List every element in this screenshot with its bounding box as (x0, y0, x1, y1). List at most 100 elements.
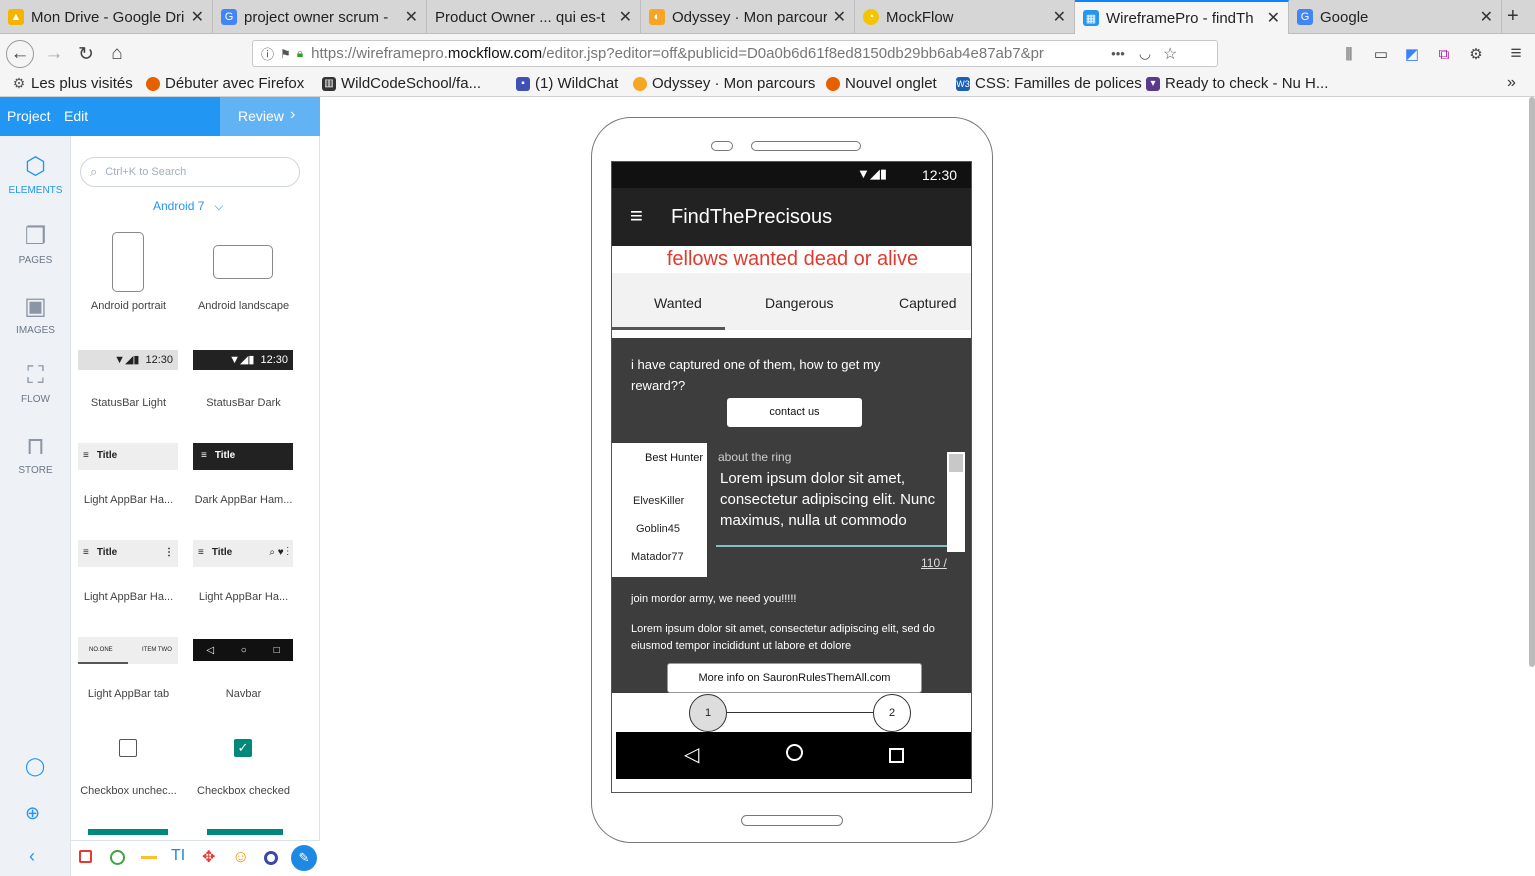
browser-tab[interactable]: G project owner scrum - ✕ (213, 0, 427, 34)
new-tab-button[interactable]: + (1507, 5, 1519, 28)
ring-textarea[interactable]: about the ring Lorem ipsum dolor sit ame… (707, 443, 971, 577)
menu-icon[interactable]: ≡ (1502, 40, 1530, 68)
android-portrait-thumb[interactable] (112, 232, 144, 292)
statusbar-light-thumb[interactable]: ▼◢▮ 12:30 (78, 350, 178, 370)
home-button[interactable]: ⌂ (103, 40, 131, 68)
project-menu[interactable]: Project (7, 108, 51, 124)
comment-icon[interactable]: ◯ (25, 756, 45, 777)
page-actions-icon[interactable]: ••• (1111, 46, 1125, 61)
char-counter: 110 / (921, 556, 947, 570)
scrollbar-thumb[interactable] (949, 454, 963, 472)
extension-icon[interactable]: ◩ (1398, 40, 1426, 68)
circle-tool-icon[interactable] (110, 850, 125, 865)
close-icon[interactable]: ✕ (1267, 8, 1280, 28)
bookmark-star-icon[interactable]: ☆ (1163, 44, 1177, 64)
button-thumb[interactable] (207, 829, 283, 835)
step-1[interactable]: 1 (689, 694, 727, 732)
back-button[interactable]: ← (6, 40, 34, 68)
light-appbar-thumb[interactable]: ≡ Title (78, 443, 178, 470)
settings-icon[interactable]: ⚙ (1462, 40, 1490, 68)
light-appbar-menu-thumb[interactable]: ≡ Title ⋮ (78, 540, 178, 567)
dark-appbar-thumb[interactable]: ≡ Title (193, 443, 293, 470)
browser-tab[interactable]: ◔ MockFlow ✕ (855, 0, 1075, 34)
browser-tab-active[interactable]: ▦ WireframePro - findTh ✕ (1075, 0, 1289, 34)
bookmark-item[interactable]: Odyssey · Mon parcours (633, 75, 815, 92)
info-icon[interactable]: ⓘ (261, 44, 274, 63)
button-thumb[interactable] (88, 829, 168, 835)
bookmark-item[interactable]: Débuter avec Firefox (146, 75, 304, 92)
light-appbar-tab-thumb[interactable]: NO.ONE ITEM TWO (78, 637, 178, 664)
light-appbar-actions-thumb[interactable]: ≡ Title ⌕ ♥ ⋮ (193, 540, 293, 567)
reload-button[interactable]: ↻ (72, 40, 100, 68)
bookmark-item[interactable]: ▪ (1) WildChat (516, 75, 618, 92)
tab-wanted[interactable]: Wanted (654, 295, 702, 311)
odyssey-icon (633, 76, 647, 91)
more-bookmarks-icon[interactable]: » (1507, 74, 1516, 92)
statusbar-dark-thumb[interactable]: ▼◢▮ 12:30 (193, 350, 293, 370)
tab-dangerous[interactable]: Dangerous (765, 295, 834, 311)
bookmark-item[interactable]: ⚙ Les plus visités (12, 75, 133, 92)
close-icon[interactable]: ✕ (191, 7, 204, 27)
text-tool-icon[interactable]: TI (171, 847, 185, 865)
platform-select[interactable]: Android 7 ⌵ (153, 199, 223, 214)
bookmark-item[interactable]: ▾ Ready to check - Nu H... (1146, 75, 1328, 92)
bookmark-item[interactable]: ▥ WildCodeSchool/fa... (322, 75, 481, 92)
browser-tab[interactable]: ▲ Mon Drive - Google Dri ✕ (0, 0, 213, 34)
rail-flow[interactable]: ⛶ FLOW (0, 362, 71, 405)
list-item[interactable]: Matador77 (631, 551, 684, 563)
canvas-scrollbar[interactable] (1529, 97, 1535, 667)
chevron-down-icon: ⌵ (214, 199, 224, 213)
browser-tab[interactable]: ◐ Odyssey · Mon parcour ✕ (641, 0, 855, 34)
back-nav-icon[interactable]: ◁ (684, 742, 699, 767)
step-2[interactable]: 2 (873, 694, 911, 732)
list-item[interactable]: ElvesKiller (633, 495, 684, 507)
brush-tool-icon[interactable]: ✎ (291, 845, 317, 871)
browser-tab[interactable]: Product Owner ... qui es-t ✕ (427, 0, 641, 34)
rectangle-tool-icon[interactable] (79, 850, 92, 863)
sidebar-icon[interactable]: ▭ (1367, 40, 1395, 68)
wireframepro-icon: ▦ (1083, 10, 1099, 26)
permissions-icon[interactable]: ⚑ (280, 47, 291, 61)
zoom-icon[interactable]: ⊕ (25, 803, 40, 824)
pocket-icon[interactable]: ◡ (1139, 45, 1151, 62)
search-input[interactable]: ⌕ Ctrl+K to Search (80, 157, 300, 187)
more-info-button[interactable]: More info on SauronRulesThemAll.com (667, 663, 922, 693)
bookmark-item[interactable]: Nouvel onglet (826, 75, 937, 92)
contact-us-button[interactable]: contact us (727, 398, 862, 427)
editor-menu-bar: Project Edit (0, 97, 220, 136)
url-bar[interactable]: ⓘ ⚑ 🔒︎ https://wireframepro.mockflow.com… (252, 40, 1218, 67)
close-icon[interactable]: ✕ (405, 7, 418, 27)
android-landscape-thumb[interactable] (213, 245, 273, 279)
close-icon[interactable]: ✕ (833, 7, 846, 27)
rail-elements[interactable]: ⬡ ELEMENTS (0, 152, 71, 196)
line-tool-icon[interactable] (141, 856, 157, 859)
app-bar: ≡ FindThePrecisous (612, 188, 971, 246)
forward-button[interactable]: → (40, 40, 68, 68)
hamburger-menu-icon[interactable]: ≡ (630, 203, 643, 229)
target-tool-icon[interactable] (264, 851, 278, 865)
browser-tab[interactable]: G Google ✕ (1289, 0, 1502, 34)
close-icon[interactable]: ✕ (619, 7, 632, 27)
navbar-thumb[interactable]: ◁ ○ □ (193, 639, 293, 661)
icon-tool-icon[interactable]: ✥ (202, 847, 215, 867)
rail-store[interactable]: ⊓ STORE (0, 432, 71, 476)
recents-nav-icon[interactable] (889, 748, 904, 763)
home-nav-icon[interactable] (786, 744, 803, 761)
emoji-tool-icon[interactable]: ☺ (232, 847, 249, 867)
extension-icon[interactable]: ⧉ (1430, 40, 1458, 68)
review-button[interactable]: Review › (220, 97, 320, 136)
rail-images[interactable]: ▣ IMAGES (0, 292, 71, 336)
checkbox-checked-thumb[interactable]: ✓ (234, 739, 252, 757)
bookmark-item[interactable]: W3 CSS: Familles de polices (956, 75, 1142, 92)
list-item[interactable]: Goblin45 (636, 523, 680, 535)
collapse-icon[interactable]: ‹ (29, 846, 35, 867)
close-icon[interactable]: ✕ (1480, 7, 1493, 27)
library-icon[interactable]: ⫼ (1335, 40, 1363, 68)
checkbox-unchecked-thumb[interactable] (119, 739, 137, 757)
close-icon[interactable]: ✕ (1053, 7, 1066, 27)
tab-bar: Wanted Dangerous Captured (612, 273, 971, 330)
phone-speaker (751, 141, 861, 151)
rail-pages[interactable]: ❐ PAGES (0, 222, 71, 266)
tab-captured[interactable]: Captured (899, 295, 957, 311)
edit-menu[interactable]: Edit (64, 108, 88, 124)
